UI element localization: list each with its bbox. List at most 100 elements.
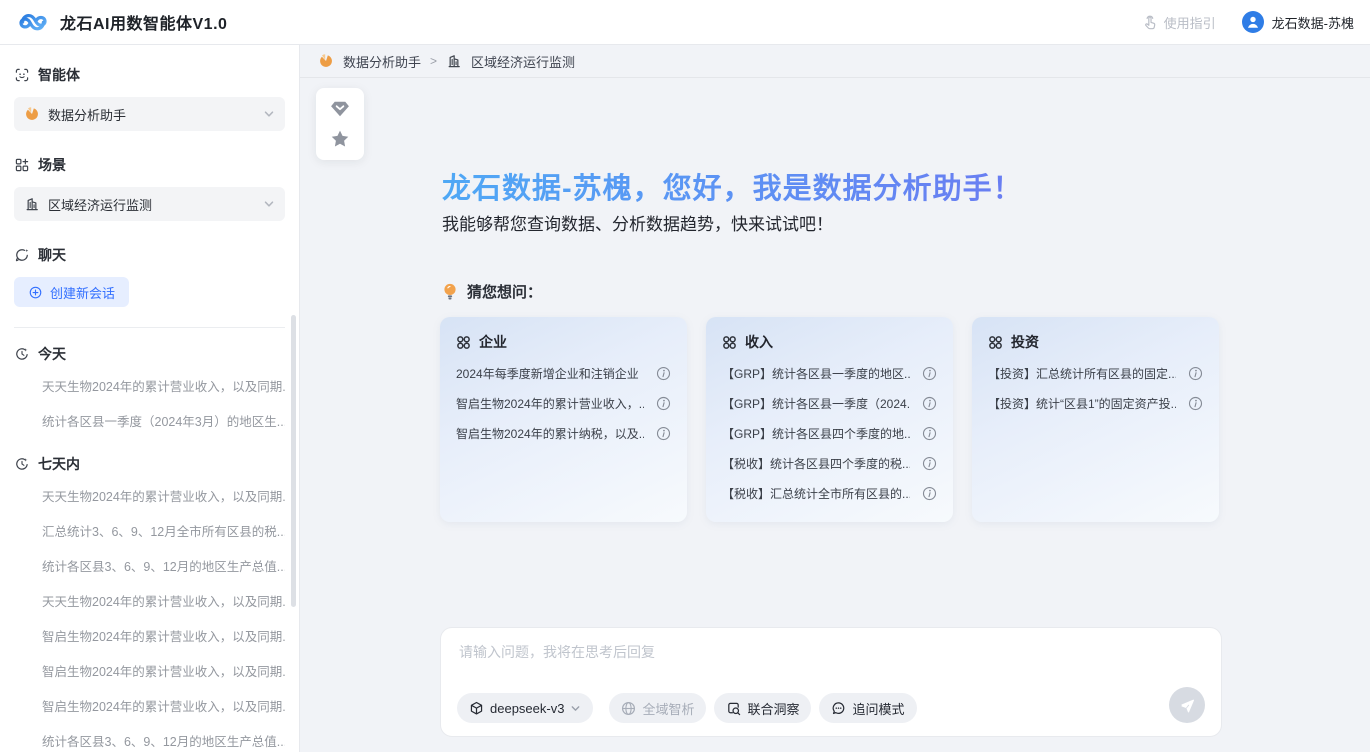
global-analysis-label: 全域智析 [642, 699, 694, 718]
question-text: 【GRP】统计各区县一季度（2024... [722, 395, 910, 412]
suggest-label: 猜您想问： [467, 281, 542, 302]
usage-guide-label: 使用指引 [1164, 13, 1216, 32]
composer: deepseek-v3 全域智析 联合洞察 追问模式 [440, 627, 1222, 737]
suggestion-question[interactable]: 2024年每季度新增企业和注销企业 [456, 358, 671, 388]
history-item[interactable]: 统计各区县一季度（2024年3月）的地区生... [14, 403, 285, 438]
app-title: 龙石AI用数智能体V1.0 [60, 10, 227, 34]
pie-chart-icon [24, 106, 40, 122]
sidebar-scrollbar[interactable] [291, 315, 296, 607]
card-header: 企业 [456, 332, 671, 352]
suggestion-question[interactable]: 智启生物2024年的累计营业收入，... [456, 388, 671, 418]
composer-toolbar: deepseek-v3 全域智析 联合洞察 追问模式 [457, 693, 925, 723]
agent-icon [14, 67, 30, 83]
app-logo-icon [16, 9, 50, 35]
question-text: 【投资】汇总统计所有区县的固定... [988, 365, 1176, 382]
card-investment: 投资 【投资】汇总统计所有区县的固定... 【投资】统计“区县1”的固定资产投.… [972, 317, 1219, 522]
suggestion-question[interactable]: 【GRP】统计各区县一季度的地区... [722, 358, 937, 388]
history-item[interactable]: 天天生物2024年的累计营业收入，以及同期... [14, 583, 285, 618]
new-chat-button[interactable]: 创建新会话 [14, 277, 129, 307]
global-analysis-toggle[interactable]: 全域智析 [609, 693, 706, 723]
agent-selector[interactable]: 数据分析助手 [14, 97, 285, 131]
avatar [1242, 11, 1264, 33]
send-button[interactable] [1169, 687, 1205, 723]
grid-icon [456, 335, 471, 350]
suggestion-question[interactable]: 【GRP】统计各区县一季度（2024... [722, 388, 937, 418]
card-title: 收入 [745, 332, 773, 352]
greeting-title: 龙石数据-苏槐，您好，我是数据分析助手！ [442, 165, 1023, 207]
card-header: 投资 [988, 332, 1203, 352]
info-icon[interactable] [656, 366, 671, 381]
history-item[interactable]: 智启生物2024年的累计营业收入，以及同期... [14, 618, 285, 653]
top-header: 龙石AI用数智能体V1.0 使用指引 龙石数据-苏槐 [0, 0, 1370, 45]
suggestion-question[interactable]: 智启生物2024年的累计纳税，以及... [456, 418, 671, 448]
history-group-label: 今天 [38, 344, 66, 364]
question-text: 【投资】统计“区县1”的固定资产投... [988, 395, 1176, 412]
sidebar: 智能体 数据分析助手 场景 区域经济运行监测 聊天 创建新会话 今天 [0, 45, 300, 752]
header-actions: 使用指引 龙石数据-苏槐 [1141, 11, 1354, 33]
scene-selected: 区域经济运行监测 [48, 195, 152, 214]
suggestion-question[interactable]: 【税收】统计各区县四个季度的税... [722, 448, 937, 478]
greeting-subtitle: 我能够帮您查询数据、分析数据趋势，快来试试吧！ [442, 210, 833, 235]
plus-circle-icon [28, 285, 43, 300]
question-text: 【税收】汇总统计全市所有区县的... [722, 485, 910, 502]
info-icon[interactable] [922, 486, 937, 501]
info-icon[interactable] [922, 426, 937, 441]
history-group-7days: 七天内 [14, 454, 285, 474]
breadcrumb-scene[interactable]: 区域经济运行监测 [471, 52, 575, 71]
history-clock-icon [14, 346, 30, 362]
suggestion-question[interactable]: 【投资】汇总统计所有区县的固定... [988, 358, 1203, 388]
sidebar-divider [14, 327, 285, 328]
building-icon [24, 196, 40, 212]
history-item[interactable]: 汇总统计3、6、9、12月全市所有区县的税... [14, 513, 285, 548]
history-item[interactable]: 统计各区县3、6、9、12月的地区生产总值... [14, 723, 285, 752]
question-input[interactable] [459, 642, 1203, 684]
user-menu[interactable]: 龙石数据-苏槐 [1242, 11, 1354, 33]
info-icon[interactable] [922, 456, 937, 471]
paper-plane-icon [1179, 697, 1196, 714]
info-icon[interactable] [1188, 396, 1203, 411]
suggestion-question[interactable]: 【税收】汇总统计全市所有区县的... [722, 478, 937, 508]
grid-icon [988, 335, 1003, 350]
info-icon[interactable] [656, 396, 671, 411]
star-icon[interactable] [330, 129, 350, 149]
info-icon[interactable] [922, 366, 937, 381]
agent-section-label: 智能体 [14, 65, 285, 85]
history-item[interactable]: 智启生物2024年的累计营业收入，以及同期... [14, 653, 285, 688]
breadcrumb-agent[interactable]: 数据分析助手 [343, 52, 421, 71]
history-group-label: 七天内 [38, 454, 80, 474]
card-income: 收入 【GRP】统计各区县一季度的地区... 【GRP】统计各区县一季度（202… [706, 317, 953, 522]
scene-selector[interactable]: 区域经济运行监测 [14, 187, 285, 221]
agent-section-text: 智能体 [38, 65, 80, 85]
info-icon[interactable] [922, 396, 937, 411]
cube-icon [469, 701, 484, 716]
person-icon [1244, 13, 1262, 31]
breadcrumb-separator: > [430, 54, 437, 68]
joint-insight-label: 联合洞察 [747, 699, 799, 718]
model-selector[interactable]: deepseek-v3 [457, 693, 593, 723]
info-icon[interactable] [656, 426, 671, 441]
gem-icon[interactable] [329, 99, 351, 119]
question-text: 【税收】统计各区县四个季度的税... [722, 455, 910, 472]
history-item[interactable]: 天天生物2024年的累计营业收入，以及同期... [14, 478, 285, 513]
history-item[interactable]: 统计各区县3、6、9、12月的地区生产总值... [14, 548, 285, 583]
suggestion-question[interactable]: 【投资】统计“区县1”的固定资产投... [988, 388, 1203, 418]
suggestion-question[interactable]: 【GRP】统计各区县四个季度的地... [722, 418, 937, 448]
new-chat-label: 创建新会话 [50, 283, 115, 302]
history-item[interactable]: 智启生物2024年的累计营业收入，以及同期... [14, 688, 285, 723]
history-item[interactable]: 天天生物2024年的累计营业收入，以及同期... [14, 368, 285, 403]
breadcrumb: 数据分析助手 > 区域经济运行监测 [300, 45, 1370, 78]
question-text: 【GRP】统计各区县四个季度的地... [722, 425, 910, 442]
globe-icon [621, 701, 636, 716]
lightbulb-icon [441, 282, 459, 302]
joint-insight-toggle[interactable]: 联合洞察 [714, 693, 811, 723]
info-icon[interactable] [1188, 366, 1203, 381]
main-area: 数据分析助手 > 区域经济运行监测 龙石数据-苏槐，您好，我是数据分析助手！ 我… [300, 45, 1370, 752]
suggest-header: 猜您想问： [441, 281, 542, 302]
followup-mode-toggle[interactable]: 追问模式 [819, 693, 916, 723]
card-title: 投资 [1011, 332, 1039, 352]
speech-bubble-icon [831, 701, 846, 716]
chat-section-text: 聊天 [38, 245, 66, 265]
question-text: 智启生物2024年的累计纳税，以及... [456, 425, 644, 442]
usage-guide-button[interactable]: 使用指引 [1141, 13, 1216, 32]
scene-section-text: 场景 [38, 155, 66, 175]
